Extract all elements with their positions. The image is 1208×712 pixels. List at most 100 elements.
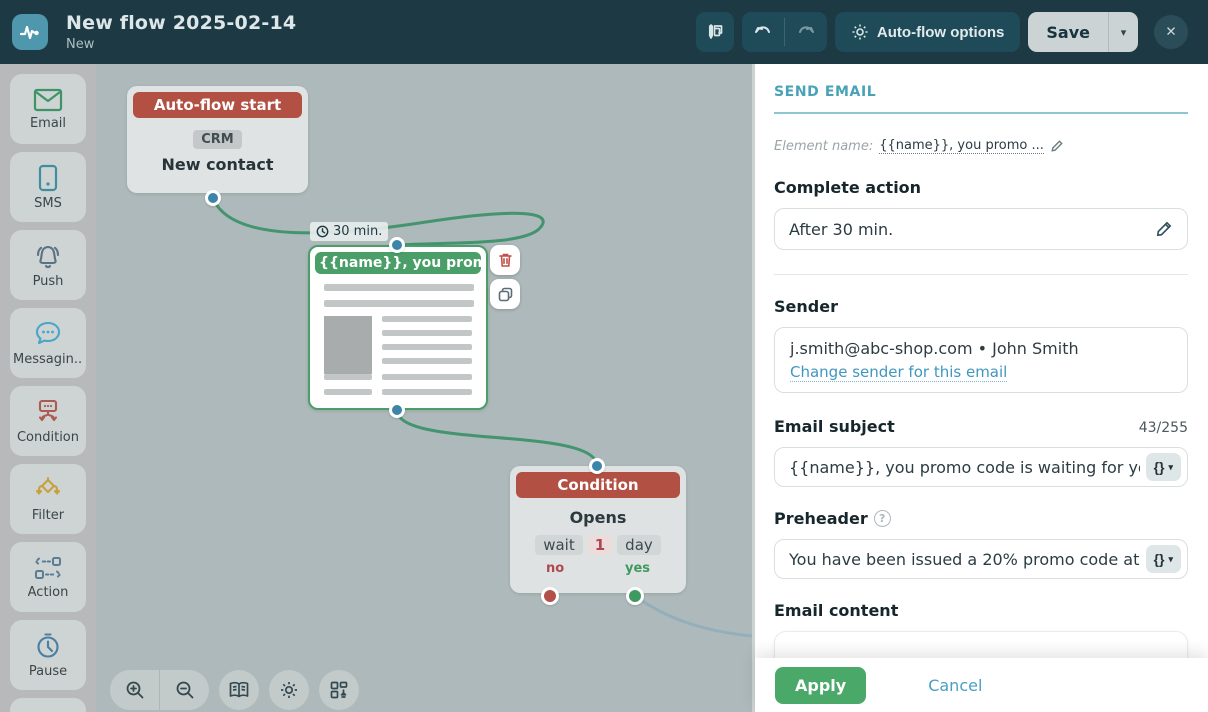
connector-dot[interactable] (389, 237, 405, 253)
palette-item-condition[interactable]: Condition (10, 386, 86, 456)
palette-item-pause[interactable]: Pause (10, 620, 86, 690)
save-dropdown-button[interactable]: ▾ (1108, 12, 1138, 52)
condition-event: Opens (569, 508, 627, 527)
email-subject-heading: Email subject (774, 417, 895, 436)
branch-no-dot[interactable] (541, 587, 559, 605)
wait-label-chip: wait (535, 535, 583, 555)
element-name-value[interactable]: {{name}}, you promo ... (879, 138, 1044, 154)
undo-icon (754, 26, 770, 33)
palette-item-email[interactable]: Email (10, 74, 86, 144)
braces-icon: {} (1153, 551, 1165, 567)
palette-item-partial[interactable] (10, 698, 86, 712)
section-divider (774, 274, 1188, 275)
sender-heading: Sender (774, 297, 838, 316)
duplicate-node-button[interactable] (490, 279, 520, 309)
canvas-settings-button[interactable] (269, 670, 309, 710)
wait-unit-chip[interactable]: day (617, 535, 661, 555)
subject-input[interactable] (789, 457, 1140, 477)
branch-yes-label: yes (624, 561, 650, 576)
email-icon (33, 88, 63, 111)
flow-status: New (66, 37, 95, 52)
redo-button[interactable] (785, 12, 827, 52)
library-button[interactable] (219, 670, 259, 710)
zoom-in-icon (126, 681, 143, 699)
start-node-title: Auto-flow start (133, 92, 302, 118)
palette-item-messaging[interactable]: Messagin... (10, 308, 86, 378)
zoom-out-button[interactable] (160, 670, 209, 710)
apply-button[interactable]: Apply (775, 666, 867, 704)
zoom-in-button[interactable] (110, 670, 159, 710)
start-node[interactable]: Auto-flow start CRM New contact (127, 86, 308, 193)
push-bell-icon (36, 245, 60, 268)
preheader-input[interactable] (789, 549, 1140, 569)
close-icon: ✕ (1165, 24, 1177, 39)
canvas-toolbar (110, 670, 359, 710)
insert-variable-button[interactable]: {} ▾ (1145, 545, 1181, 573)
palette-label: Messagin... (13, 351, 83, 367)
top-header: New flow 2025-02-14 New Auto-flow option… (0, 0, 1208, 64)
edit-pencil-icon[interactable] (1155, 220, 1173, 238)
chat-bubble-icon (35, 321, 61, 344)
edit-pencil-icon[interactable] (1050, 139, 1064, 153)
preheader-help-icon[interactable]: ? (873, 510, 891, 527)
palette-label: Push (32, 273, 64, 289)
palette-item-sms[interactable]: SMS (10, 152, 86, 222)
close-editor-button[interactable]: ✕ (1154, 15, 1188, 49)
gear-icon (281, 682, 297, 698)
palette-label: SMS (34, 195, 62, 211)
insert-variable-button[interactable]: {} ▾ (1145, 453, 1181, 481)
connector-dot[interactable] (589, 458, 605, 474)
branch-no-label: no (546, 561, 565, 576)
auto-layout-button[interactable] (319, 670, 359, 710)
sender-value: j.smith@abc-shop.com • John Smith (790, 339, 1079, 358)
clock-icon (316, 225, 329, 238)
condition-icon (38, 399, 58, 421)
copy-icon (498, 287, 512, 301)
start-node-badge: CRM (193, 130, 242, 149)
email-preview-thumbnail (315, 274, 481, 404)
send-email-settings-panel: SEND EMAIL Element name: {{name}}, you p… (752, 64, 1208, 712)
element-palette: Email SMS Push Messagin... Condition Fil… (0, 64, 96, 712)
wait-value-chip[interactable]: 1 (587, 535, 613, 555)
palette-label: Condition (16, 429, 80, 445)
connector-dot[interactable] (205, 190, 221, 206)
palette-item-push[interactable]: Push (10, 230, 86, 300)
flow-canvas[interactable]: Auto-flow start CRM New contact 30 min. … (96, 64, 752, 712)
save-split-button: Save ▾ (1028, 12, 1138, 52)
chevron-down-icon: ▾ (1168, 553, 1173, 564)
preheader-field-wrap: {} ▾ (774, 539, 1188, 579)
chevron-down-icon: ▾ (1168, 461, 1173, 472)
palette-item-action[interactable]: Action (10, 542, 86, 612)
connector-dot[interactable] (389, 402, 405, 418)
cancel-button[interactable]: Cancel (928, 676, 982, 695)
delete-node-button[interactable] (490, 245, 520, 275)
palette-label: Action (27, 584, 69, 600)
condition-node-title: Condition (516, 472, 680, 498)
gear-icon (852, 24, 868, 40)
copy-flow-button[interactable] (695, 12, 734, 52)
preheader-heading: Preheader (774, 509, 868, 528)
autoflow-options-button[interactable]: Auto-flow options (834, 12, 1021, 52)
redo-icon (798, 26, 814, 33)
trash-icon (498, 253, 512, 267)
email-node[interactable]: {{name}}, you prom... (308, 245, 488, 410)
complete-action-value: After 30 min. (789, 219, 894, 239)
subject-field-wrap: {} ▾ (774, 447, 1188, 487)
zoom-out-icon (176, 681, 193, 699)
app-logo[interactable] (12, 14, 48, 50)
undo-button[interactable] (742, 12, 784, 52)
change-sender-link[interactable]: Change sender for this email (790, 363, 1008, 382)
palette-label: Filter (31, 507, 65, 523)
palette-label: Pause (28, 663, 68, 679)
element-name-label: Element name: (774, 138, 874, 154)
palette-label: Email (29, 115, 67, 131)
branch-yes-dot[interactable] (626, 587, 644, 605)
complete-action-field[interactable]: After 30 min. (774, 208, 1188, 250)
chevron-down-icon: ▾ (1120, 26, 1127, 39)
save-button[interactable]: Save (1028, 12, 1108, 52)
condition-node[interactable]: Condition Opens wait 1 day no yes (510, 466, 686, 593)
palette-item-filter[interactable]: Filter (10, 464, 86, 534)
condition-wait-row: wait 1 day (516, 535, 680, 555)
pulse-icon (19, 25, 39, 40)
copy-pen-icon (708, 24, 723, 39)
